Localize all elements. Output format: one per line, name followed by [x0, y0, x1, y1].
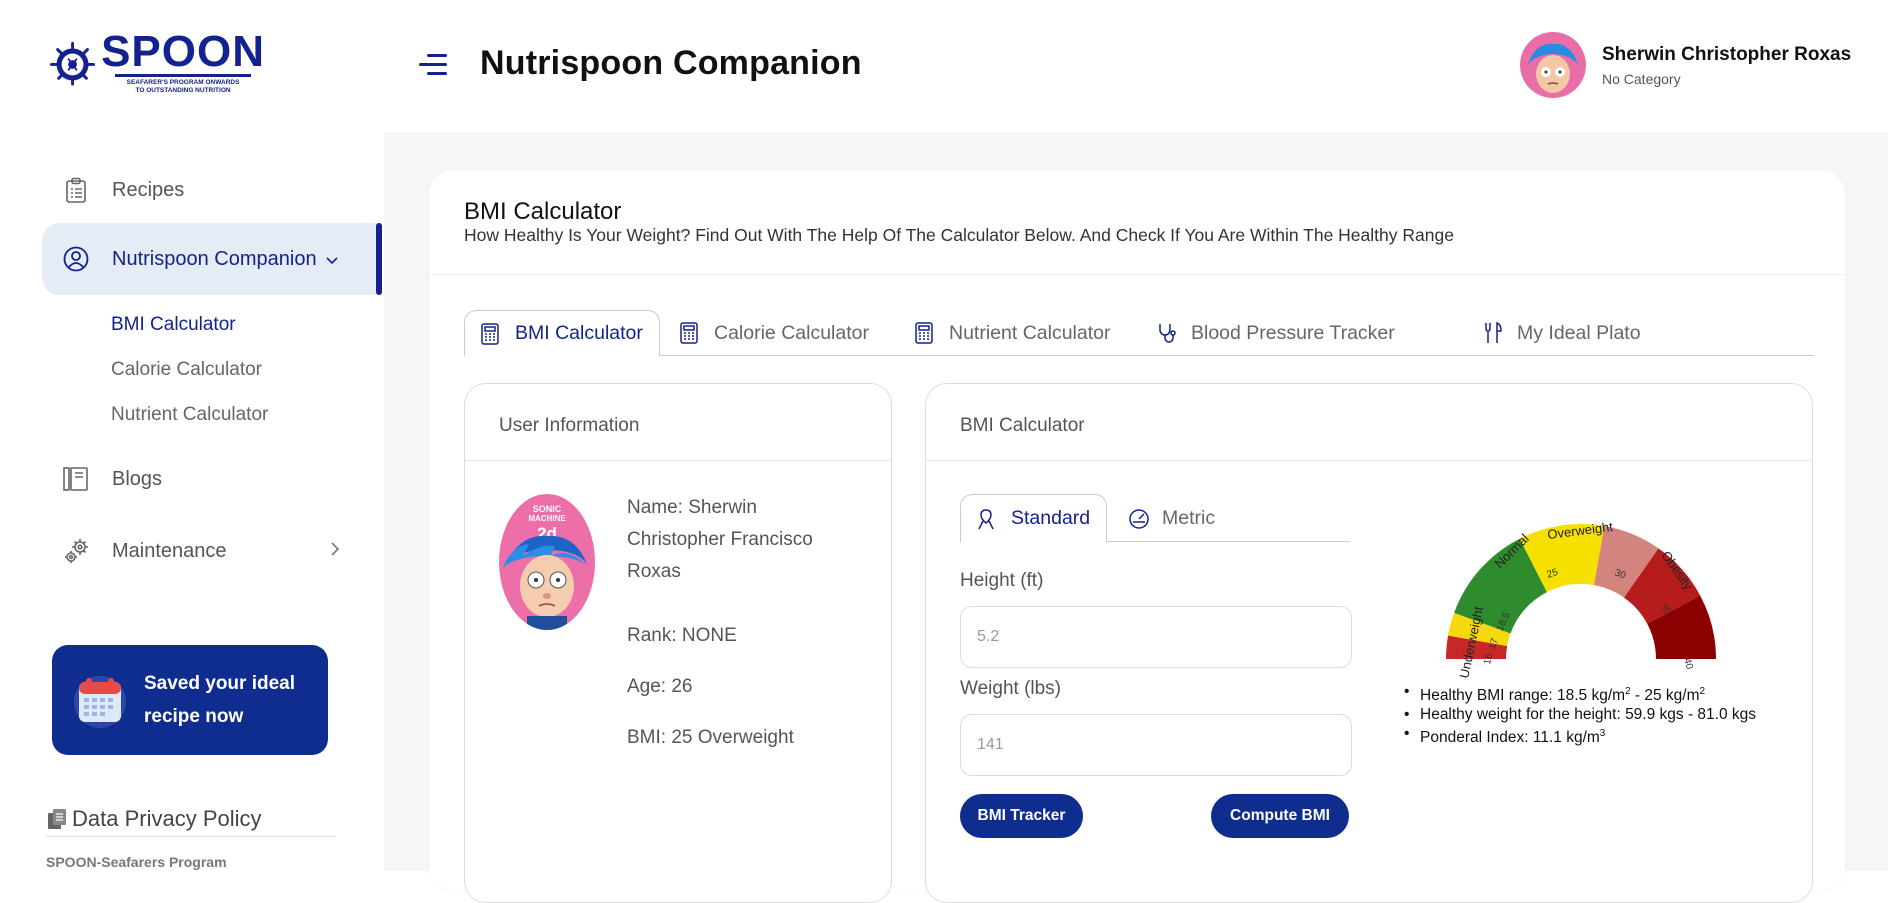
user-age-info: Age: 26	[627, 676, 693, 697]
tab-metric[interactable]: Metric	[1128, 494, 1215, 542]
promo-line2: recipe now	[144, 706, 244, 727]
chevron-right-icon	[330, 540, 340, 563]
privacy-label: Data Privacy Policy	[72, 806, 262, 831]
user-circle-icon	[62, 245, 90, 273]
bmi-calculator-panel: BMI Calculator Standard Metric Height (f…	[925, 383, 1813, 903]
gauge-tick-40: 40	[1681, 657, 1695, 671]
spoon-logo[interactable]: SPOON SEAFARER'S PROGRAM ONWARDS TO OUTS…	[50, 27, 265, 96]
user-name-info: Name: Sherwin Christopher Francisco Roxa…	[627, 497, 813, 582]
gauge-icon	[1128, 507, 1150, 529]
user-name: Sherwin Christopher Roxas	[1602, 43, 1852, 65]
tab-label: Calorie Calculator	[714, 321, 869, 344]
user-bmi-info: BMI: 25 Overweight	[627, 727, 794, 748]
sidebar-item-label: Blogs	[112, 467, 163, 490]
tab-standard[interactable]: Standard	[960, 494, 1108, 543]
page-title: Nutrispoon Companion	[480, 44, 862, 82]
sidebar-subitem-bmi-calculator[interactable]: BMI Calculator	[111, 314, 236, 336]
sidebar-item-label: Nutrispoon Companion	[112, 247, 317, 270]
avatar[interactable]	[1520, 32, 1586, 98]
clipboard-icon	[62, 176, 90, 204]
bmi-card: BMI Calculator How Healthy Is Your Weigh…	[429, 170, 1845, 903]
sidebar-subitem-calorie-calculator[interactable]: Calorie Calculator	[111, 359, 262, 381]
user-rank-info: Rank: NONE	[627, 625, 737, 646]
healthy-bmi-range: Healthy BMI range: 18.5 kg/m2 - 25 kg/m2	[1402, 682, 1756, 705]
panel-divider	[926, 460, 1812, 461]
sidebar-item-blogs[interactable]: Blogs	[42, 443, 382, 515]
bmi-tracker-button[interactable]: BMI Tracker	[960, 794, 1083, 838]
sidebar-item-label: Maintenance	[112, 539, 227, 562]
calculator-tabs: BMI Calculator Calorie Calculator Nutrie…	[464, 310, 1814, 357]
user-category: No Category	[1602, 70, 1681, 87]
stethoscope-icon	[1157, 322, 1179, 344]
saved-recipe-promo-button[interactable]: Saved your ideal recipe now	[52, 645, 328, 755]
tab-nutrient-calculator[interactable]: Nutrient Calculator	[915, 310, 1110, 356]
svg-text:SONIC: SONIC	[533, 504, 562, 514]
logo-tagline-line2: TO OUTSTANDING NUTRITION	[135, 87, 231, 94]
tab-label: Nutrient Calculator	[949, 321, 1111, 344]
height-label: Height (ft)	[960, 570, 1044, 591]
chevron-down-icon	[325, 248, 339, 271]
user-information-panel: User Information SONIC MACHINE 2d Name: …	[464, 383, 892, 903]
tab-calorie-calculator[interactable]: Calorie Calculator	[680, 310, 869, 356]
panel-divider	[465, 460, 891, 461]
compute-bmi-button[interactable]: Compute BMI	[1211, 794, 1349, 838]
bmi-results-list: Healthy BMI range: 18.5 kg/m2 - 25 kg/m2…	[1402, 682, 1756, 747]
data-privacy-policy-link[interactable]: Data Privacy Policy	[46, 806, 336, 837]
weight-input[interactable]	[960, 714, 1352, 776]
tab-label: BMI Calculator	[515, 322, 643, 344]
calculator-icon	[481, 322, 503, 345]
tab-bmi-calculator[interactable]: BMI Calculator	[464, 310, 660, 357]
main-content: BMI Calculator How Healthy Is Your Weigh…	[384, 132, 1888, 903]
promo-text: Saved your ideal recipe now	[144, 667, 295, 733]
tab-label: Blood Pressure Tracker	[1191, 321, 1395, 344]
documents-icon	[48, 809, 66, 829]
svg-text:MACHINE: MACHINE	[528, 514, 566, 523]
unit-tabs: Standard Metric	[960, 494, 1350, 543]
ponderal-index: Ponderal Index: 11.1 kg/m3	[1402, 724, 1756, 747]
logo-tagline-line1: SEAFARER'S PROGRAM ONWARDS	[126, 79, 240, 86]
logo-tagline: SEAFARER'S PROGRAM ONWARDS TO OUTSTANDIN…	[113, 79, 253, 95]
height-input[interactable]	[960, 606, 1352, 668]
calculator-icon	[915, 322, 937, 344]
tab-label: My Ideal Plato	[1517, 321, 1641, 344]
panel-heading: BMI Calculator	[960, 415, 1085, 436]
calendar-icon	[74, 676, 126, 728]
logo-divider	[115, 74, 252, 77]
user-profile[interactable]: Sherwin Christopher Roxas No Category	[1520, 32, 1851, 98]
panel-heading: User Information	[499, 415, 640, 436]
active-indicator	[376, 223, 382, 295]
utensils-icon	[1483, 322, 1505, 344]
weight-label: Weight (lbs)	[960, 678, 1062, 699]
tab-label: Metric	[1162, 506, 1216, 529]
healthy-weight-range: Healthy weight for the height: 59.9 kgs …	[1402, 705, 1756, 724]
logo-title: SPOON	[101, 27, 265, 76]
promo-line1: Saved your ideal	[144, 673, 296, 694]
sidebar-footer-text: SPOON-Seafarers Program	[46, 854, 227, 870]
card-subtitle: How Healthy Is Your Weight? Find Out Wit…	[464, 225, 1454, 245]
tab-my-ideal-plato[interactable]: My Ideal Plato	[1483, 310, 1641, 356]
profile-picture: SONIC MACHINE 2d	[499, 494, 595, 630]
top-header: SPOON SEAFARER'S PROGRAM ONWARDS TO OUTS…	[0, 0, 1888, 132]
card-divider	[429, 274, 1845, 275]
tab-blood-pressure-tracker[interactable]: Blood Pressure Tracker	[1157, 310, 1395, 356]
calculator-icon	[680, 322, 702, 344]
sidebar-item-recipes[interactable]: Recipes	[42, 154, 382, 226]
sidebar-item-nutrispoon-companion[interactable]: Nutrispoon Companion	[42, 223, 382, 295]
tab-label: Standard	[1011, 507, 1091, 529]
sidebar-subitem-nutrient-calculator[interactable]: Nutrient Calculator	[111, 404, 268, 426]
ship-wheel-icon	[50, 41, 96, 86]
gears-icon	[62, 537, 90, 565]
book-icon	[62, 465, 90, 493]
ribbon-icon	[977, 508, 999, 530]
card-title: BMI Calculator	[464, 198, 622, 225]
sidebar: Recipes Nutrispoon Companion BMI Calcula…	[0, 132, 384, 871]
hamburger-menu-icon[interactable]	[417, 50, 449, 78]
sidebar-item-maintenance[interactable]: Maintenance	[42, 515, 382, 587]
sidebar-item-label: Recipes	[112, 178, 185, 201]
